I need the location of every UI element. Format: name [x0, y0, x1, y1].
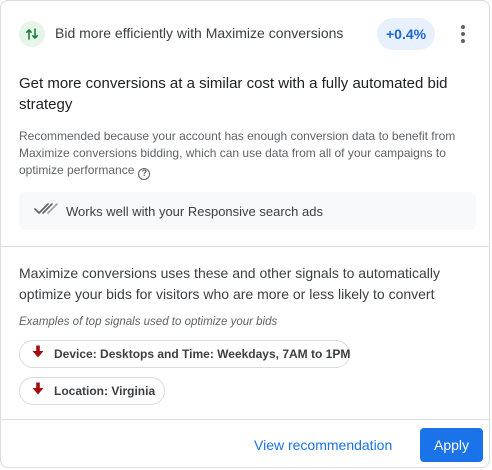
double-check-icon — [34, 202, 58, 221]
section-divider — [1, 246, 489, 247]
recommendation-title: Bid more efficiently with Maximize conve… — [55, 25, 344, 41]
uplift-badge: +0.4% — [377, 18, 436, 50]
footer-divider — [1, 419, 489, 420]
signal-chip-label: Device: Desktops and Time: Weekdays, 7AM… — [54, 347, 351, 361]
signals-description: Maximize conversions uses these and othe… — [19, 265, 440, 302]
recommendation-card: Bid more efficiently with Maximize conve… — [0, 0, 490, 468]
card-header: Bid more efficiently with Maximize conve… — [1, 1, 489, 67]
works-well-label: Works well with your Responsive search a… — [66, 203, 323, 219]
recommendation-headline: Get more conversions at a similar cost w… — [19, 75, 448, 113]
arrow-down-icon — [32, 345, 44, 363]
view-recommendation-button[interactable]: View recommendation — [245, 428, 401, 462]
signal-chip-device-time: Device: Desktops and Time: Weekdays, 7AM… — [19, 340, 350, 368]
signal-chip-location: Location: Virginia — [19, 377, 165, 405]
reason-text: Recommended because your account has eno… — [19, 129, 456, 177]
works-well-banner: Works well with your Responsive search a… — [19, 192, 476, 230]
more-vert-icon[interactable] — [453, 22, 473, 46]
recommendation-reason: Recommended because your account has eno… — [19, 128, 475, 180]
trending-arrows-icon — [19, 21, 45, 47]
help-circle-icon[interactable]: ? — [138, 167, 151, 180]
apply-button[interactable]: Apply — [420, 428, 483, 462]
signal-chip-label: Location: Virginia — [54, 384, 156, 398]
signals-examples-label: Examples of top signals used to optimize… — [19, 316, 278, 328]
arrow-down-icon — [32, 382, 44, 400]
